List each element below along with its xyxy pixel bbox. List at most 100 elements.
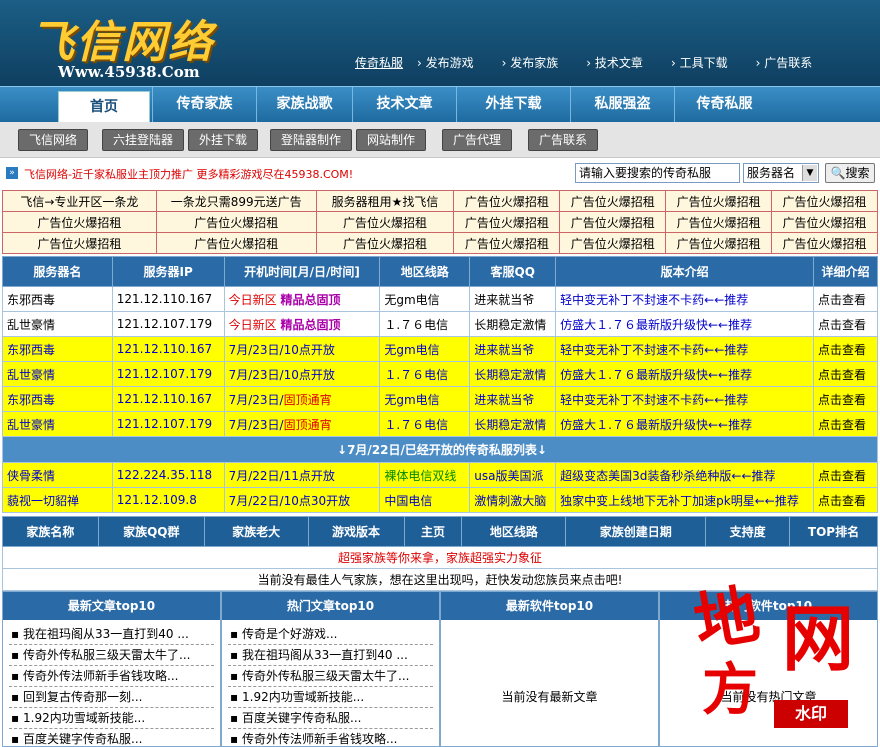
list-item[interactable]: 1.92内功雪域新技能... [228, 687, 433, 708]
ad-cell[interactable]: 广告位火爆招租 [559, 190, 667, 212]
empty-message: 当前没有最新文章 [501, 690, 598, 704]
ad-cell[interactable]: 广告位火爆招租 [665, 190, 773, 212]
sub-nav-button[interactable]: 网站制作 [356, 129, 427, 151]
nav-tab[interactable]: 外挂下载 [456, 87, 570, 123]
list-item[interactable]: 传奇是个好游戏... [228, 624, 433, 645]
server-time: 7月/23日/10点开放 [223, 361, 381, 387]
ad-cell[interactable]: 一条龙只需899元送广告 [155, 190, 317, 212]
server-intro[interactable]: 超级变态美国3d装备秒杀绝种版←←推荐 [555, 462, 815, 488]
chevron-down-icon: ▼ [802, 165, 817, 181]
server-name[interactable]: 乱世豪情 [2, 411, 113, 437]
sub-nav-button[interactable]: 飞信网络 [18, 129, 89, 151]
detail-link[interactable]: 点击查看 [813, 286, 878, 312]
ad-cell[interactable]: 广告位火爆招租 [453, 190, 561, 212]
search-type-select[interactable]: 服务器名 ▼ [743, 163, 819, 183]
detail-link[interactable]: 点击查看 [813, 462, 878, 488]
search-input[interactable]: 请输入要搜索的传奇私服 [575, 163, 740, 183]
list-item[interactable]: 传奇外传私服三级天雷太牛了... [228, 666, 433, 687]
server-name[interactable]: 东邪西毒 [2, 336, 113, 362]
detail-link[interactable]: 点击查看 [813, 361, 878, 387]
ad-cell[interactable]: 飞信→专业开区一条龙 [2, 190, 157, 212]
sub-nav-button[interactable]: 登陆器制作 [270, 129, 353, 151]
detail-link[interactable]: 点击查看 [813, 487, 878, 513]
ad-cell[interactable]: 广告位火爆招租 [771, 211, 878, 233]
nav-tab[interactable]: 技术文章 [352, 87, 456, 123]
column-header: 客服QQ [469, 256, 557, 287]
sub-nav-button[interactable]: 广告代理 [442, 129, 513, 151]
server-ip: 121.12.110.167 [111, 286, 225, 312]
search-button[interactable]: 🔍搜索 [825, 163, 875, 183]
column-header: 服务器名 [2, 256, 113, 287]
site-logo[interactable]: 飞信网络 [30, 6, 214, 70]
ad-cell[interactable]: 广告位火爆招租 [315, 211, 455, 233]
server-time: 7月/22日/11点开放 [223, 462, 381, 488]
site-url: Www.45938.Com [58, 63, 200, 81]
server-name[interactable]: 藐视一切貂禅 [2, 487, 113, 513]
ad-cell[interactable]: 广告位火爆招租 [771, 190, 878, 212]
ad-cell[interactable]: 广告位火爆招租 [155, 211, 317, 233]
column-header: 地区线路 [379, 256, 471, 287]
server-intro[interactable]: 轻中变无补丁不封速不卡药←←推荐 [555, 386, 815, 412]
server-time: 7月/23日/固顶通宵 [223, 386, 381, 412]
sub-nav-button[interactable]: 广告联系 [528, 129, 599, 151]
server-name[interactable]: 东邪西毒 [2, 286, 113, 312]
nav-tab[interactable]: 传奇私服 [674, 87, 774, 123]
nav-tab[interactable]: 传奇家族 [152, 87, 256, 123]
top-link[interactable]: › 技术文章 [586, 54, 657, 71]
server-intro[interactable]: 仿盛大１.７６最新版升级快←←推荐 [555, 411, 815, 437]
top-link[interactable]: 传奇私服 [355, 54, 403, 71]
list-item[interactable]: 1.92内功雪域新技能... [9, 708, 214, 729]
server-name[interactable]: 侠骨柔情 [2, 462, 113, 488]
list-item[interactable]: 传奇外传法师新手省钱攻略... [228, 729, 433, 747]
list-item[interactable]: 我在祖玛阁从33一直打到40 ... [9, 624, 214, 645]
server-intro[interactable]: 轻中变无补丁不封速不卡药←←推荐 [555, 286, 815, 312]
server-qq: 进来就当爷 [469, 286, 557, 312]
list-item[interactable]: 传奇外传法师新手省钱攻略... [9, 666, 214, 687]
server-line: 中国电信 [379, 487, 471, 513]
detail-link[interactable]: 点击查看 [813, 336, 878, 362]
ad-cell[interactable]: 广告位火爆招租 [155, 232, 317, 254]
ad-cell[interactable]: 广告位火爆招租 [559, 232, 667, 254]
family-slogan: 超强家族等你来拿，家族超强实力象征 [2, 546, 878, 569]
ad-cell[interactable]: 广告位火爆招租 [665, 232, 773, 254]
promo-text[interactable]: 飞信网络-近千家私服业主顶力推广 更多精彩游戏尽在45938.COM! [24, 166, 353, 182]
list-item[interactable]: 我在祖玛阁从33一直打到40 ... [228, 645, 433, 666]
nav-tab[interactable]: 私服强盗 [570, 87, 674, 123]
top-link[interactable]: › 发布游戏 [417, 54, 488, 71]
list-item[interactable]: 百度关键字传奇私服... [228, 708, 433, 729]
list-item[interactable]: 百度关键字传奇私服... [9, 729, 214, 747]
detail-link[interactable]: 点击查看 [813, 386, 878, 412]
server-line: 无gm电信 [379, 336, 471, 362]
ad-cell[interactable]: 广告位火爆招租 [315, 232, 455, 254]
ad-cell[interactable]: 广告位火爆招租 [2, 211, 157, 233]
server-intro[interactable]: 轻中变无补丁不封速不卡药←←推荐 [555, 336, 815, 362]
ad-cell[interactable]: 广告位火爆招租 [2, 232, 157, 254]
detail-link[interactable]: 点击查看 [813, 411, 878, 437]
server-intro[interactable]: 独家中变上线地下无补丁加速pk明星←←推荐 [555, 487, 815, 513]
list-item[interactable]: 传奇外传私服三级天雷太牛了... [9, 645, 214, 666]
ad-cell[interactable]: 广告位火爆招租 [665, 211, 773, 233]
server-name[interactable]: 乱世豪情 [2, 311, 113, 337]
ad-cell[interactable]: 服务器租用★找飞信 [315, 190, 455, 212]
server-ip: 122.224.35.118 [111, 462, 225, 488]
list-item[interactable]: 回到复古传奇那一刻... [9, 687, 214, 708]
article-columns: 最新文章top10 我在祖玛阁从33一直打到40 ... 传奇外传私服三级天雷太… [2, 591, 878, 747]
sub-nav-button[interactable]: 六挂登陆器 [102, 129, 185, 151]
ad-cell[interactable]: 广告位火爆招租 [771, 232, 878, 254]
panel-title: 最新软件top10 [441, 592, 658, 620]
server-name[interactable]: 乱世豪情 [2, 361, 113, 387]
server-intro[interactable]: 仿盛大１.７６最新版升级快←←推荐 [555, 311, 815, 337]
ad-cell[interactable]: 广告位火爆招租 [453, 232, 561, 254]
top-link[interactable]: › 广告联系 [756, 54, 827, 71]
nav-tab-home[interactable]: 首页 [58, 91, 150, 123]
ad-cell[interactable]: 广告位火爆招租 [559, 211, 667, 233]
nav-tab[interactable]: 家族战歌 [256, 87, 352, 123]
top-link[interactable]: › 发布家族 [502, 54, 573, 71]
server-table: 服务器名 服务器IP 开机时间[月/日/时间] 地区线路 客服QQ 版本介绍 详… [2, 256, 878, 513]
top-link[interactable]: › 工具下载 [671, 54, 742, 71]
sub-nav-button[interactable]: 外挂下载 [188, 129, 259, 151]
server-intro[interactable]: 仿盛大１.７６最新版升级快←←推荐 [555, 361, 815, 387]
server-name[interactable]: 东邪西毒 [2, 386, 113, 412]
detail-link[interactable]: 点击查看 [813, 311, 878, 337]
ad-cell[interactable]: 广告位火爆招租 [453, 211, 561, 233]
